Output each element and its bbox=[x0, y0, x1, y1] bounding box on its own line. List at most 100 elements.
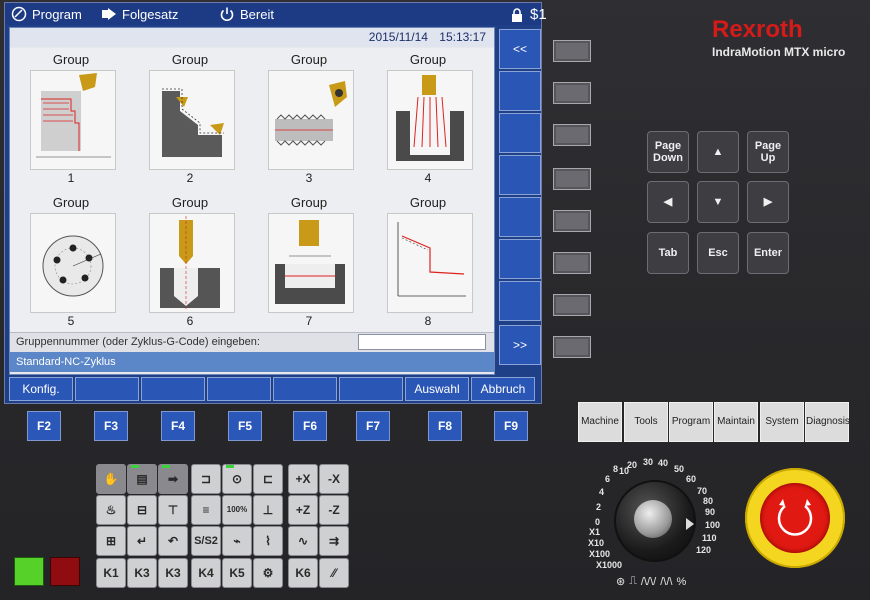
jog-minus-z-key[interactable]: -Z bbox=[319, 495, 349, 525]
wave-key[interactable]: ∿ bbox=[288, 526, 318, 556]
program-status: Program bbox=[11, 6, 82, 22]
cycle-stop-button[interactable] bbox=[50, 557, 80, 586]
retract-key[interactable]: ↶ bbox=[158, 526, 188, 556]
side-hardkey-8[interactable] bbox=[553, 336, 591, 358]
f9-key[interactable]: F9 bbox=[494, 411, 528, 441]
tool-change-key[interactable]: ⊞ bbox=[96, 526, 126, 556]
auswahl-softkey[interactable]: Auswahl bbox=[405, 377, 469, 401]
k6-key[interactable]: K6 bbox=[288, 558, 318, 588]
vertical-softkey-6[interactable] bbox=[499, 239, 541, 279]
k1-key[interactable]: K1 bbox=[96, 558, 126, 588]
group-cell-7[interactable]: Group 7 bbox=[259, 191, 359, 331]
tools-key[interactable]: Tools bbox=[624, 402, 668, 442]
rapid-traverse-key[interactable]: ⇉ bbox=[319, 526, 349, 556]
return-key[interactable]: ↵ bbox=[127, 526, 157, 556]
esc-key[interactable]: Esc bbox=[697, 232, 739, 274]
jog-plus-z-key[interactable]: +Z bbox=[288, 495, 318, 525]
arrow-down-key[interactable]: ▼ bbox=[697, 181, 739, 223]
side-hardkey-2[interactable] bbox=[553, 82, 591, 104]
k3-key-a[interactable]: K3 bbox=[127, 558, 157, 588]
arrow-right-key[interactable]: ▶ bbox=[747, 181, 789, 223]
f6-key[interactable]: F6 bbox=[293, 411, 327, 441]
group-cell-1[interactable]: Group 1 bbox=[21, 48, 121, 188]
reference-key[interactable]: ♨ bbox=[96, 495, 126, 525]
dry-run-key[interactable]: ⊙ bbox=[222, 464, 252, 494]
turning-diagram-icon bbox=[36, 73, 111, 158]
konfig-softkey[interactable]: Konfig. bbox=[9, 377, 73, 401]
program-key[interactable]: Program bbox=[669, 402, 713, 442]
f7-key[interactable]: F7 bbox=[356, 411, 390, 441]
spindle-key[interactable]: ⊥ bbox=[253, 495, 283, 525]
cycle-selection-area: 2015/11/14 15:13:17 Group 1 Group 2 Grou… bbox=[9, 27, 495, 375]
machine-key[interactable]: Machine bbox=[578, 402, 622, 442]
optional-stop-key[interactable]: ≡ bbox=[191, 495, 221, 525]
feed-key[interactable]: ⌁ bbox=[222, 526, 252, 556]
horizontal-softkey-2[interactable] bbox=[75, 377, 139, 401]
override-100-key[interactable]: 100% bbox=[222, 495, 252, 525]
path-diagram-icon bbox=[397, 222, 466, 297]
page-down-key[interactable]: Page Down bbox=[647, 131, 689, 173]
single-block-key[interactable]: ⊐ bbox=[191, 464, 221, 494]
diagonal-key[interactable]: ⁄⁄ bbox=[319, 558, 349, 588]
f3-key[interactable]: F3 bbox=[94, 411, 128, 441]
horizontal-softkey-6[interactable] bbox=[339, 377, 403, 401]
side-hardkey-4[interactable] bbox=[553, 168, 591, 190]
arrow-up-key[interactable]: ▲ bbox=[697, 131, 739, 173]
group-cell-2[interactable]: Group 2 bbox=[140, 48, 240, 188]
system-key[interactable]: System bbox=[760, 402, 804, 442]
group-number-input[interactable] bbox=[358, 334, 486, 350]
arrow-left-key[interactable]: ◀ bbox=[647, 181, 689, 223]
vertical-softkey-5[interactable] bbox=[499, 197, 541, 237]
mdi-mode-key[interactable]: ▤ bbox=[127, 464, 157, 494]
k4-key[interactable]: K4 bbox=[191, 558, 221, 588]
scroll-back-softkey[interactable]: << bbox=[499, 29, 541, 69]
tab-key[interactable]: Tab bbox=[647, 232, 689, 274]
side-hardkey-5[interactable] bbox=[553, 210, 591, 232]
side-hardkey-6[interactable] bbox=[553, 252, 591, 274]
side-hardkey-3[interactable] bbox=[553, 124, 591, 146]
auto-mode-key[interactable]: ➡ bbox=[158, 464, 188, 494]
scroll-forward-softkey[interactable]: >> bbox=[499, 325, 541, 365]
manual-mode-key[interactable]: ✋ bbox=[96, 464, 126, 494]
block-skip-key[interactable]: ⊏ bbox=[253, 464, 283, 494]
vertical-softkey-4[interactable] bbox=[499, 155, 541, 195]
jog-plus-x-key[interactable]: +X bbox=[288, 464, 318, 494]
horizontal-softkey-3[interactable] bbox=[141, 377, 205, 401]
settings-key[interactable]: ⚙ bbox=[253, 558, 283, 588]
dial-value-2: 2 bbox=[596, 502, 602, 512]
coolant-key[interactable]: ⊤ bbox=[158, 495, 188, 525]
horizontal-softkey-5[interactable] bbox=[273, 377, 337, 401]
enter-key[interactable]: Enter bbox=[747, 232, 789, 274]
dial-multiplier-x10: X10 bbox=[588, 538, 605, 548]
channel-label: $1 bbox=[530, 6, 547, 23]
maintain-key[interactable]: Maintain bbox=[714, 402, 758, 442]
f8-key[interactable]: F8 bbox=[428, 411, 462, 441]
abbruch-softkey[interactable]: Abbruch bbox=[471, 377, 535, 401]
diagnosis-key[interactable]: Diagnosis bbox=[805, 402, 850, 442]
turning-cycle-image bbox=[30, 70, 116, 170]
vertical-softkey-3[interactable] bbox=[499, 113, 541, 153]
side-hardkey-1[interactable] bbox=[553, 40, 591, 62]
cycle-start-button[interactable] bbox=[14, 557, 44, 586]
group-cell-5[interactable]: Group 5 bbox=[21, 191, 121, 331]
dial-knob bbox=[634, 500, 672, 538]
f4-key[interactable]: F4 bbox=[161, 411, 195, 441]
vertical-softkey-7[interactable] bbox=[499, 281, 541, 321]
side-hardkey-7[interactable] bbox=[553, 294, 591, 316]
diagonal-icon: ⁄⁄ bbox=[331, 566, 336, 580]
f2-key[interactable]: F2 bbox=[27, 411, 61, 441]
group-cell-8[interactable]: Group 8 bbox=[378, 191, 478, 331]
group-cell-6[interactable]: Group 6 bbox=[140, 191, 240, 331]
vertical-softkey-2[interactable] bbox=[499, 71, 541, 111]
page-up-key[interactable]: Page Up bbox=[747, 131, 789, 173]
k5-key[interactable]: K5 bbox=[222, 558, 252, 588]
reset-key[interactable]: ⊟ bbox=[127, 495, 157, 525]
k3-key-b[interactable]: K3 bbox=[158, 558, 188, 588]
horizontal-softkey-4[interactable] bbox=[207, 377, 271, 401]
jog-minus-x-key[interactable]: -X bbox=[319, 464, 349, 494]
rapid-key[interactable]: ⌇ bbox=[253, 526, 283, 556]
group-cell-4[interactable]: Group 4 bbox=[378, 48, 478, 188]
spindle-select-key[interactable]: S/S2 bbox=[191, 526, 221, 556]
f5-key[interactable]: F5 bbox=[228, 411, 262, 441]
group-cell-3[interactable]: Group 3 bbox=[259, 48, 359, 188]
